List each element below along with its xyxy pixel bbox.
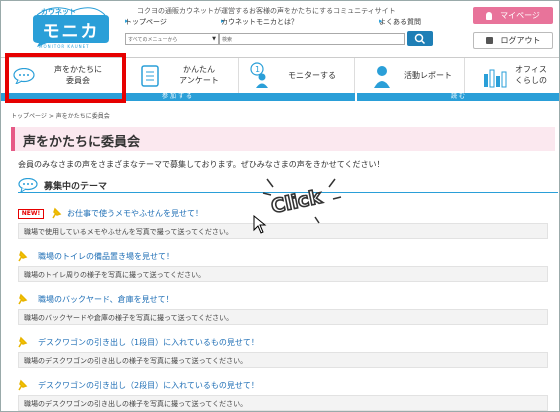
- theme-desc: 職場のバックヤードや倉庫の様子を写真に撮って送ってください。: [24, 314, 234, 322]
- theme-desc-box: 職場のデスクワゴンの引き出しの様子を写真に撮って送ってください。: [18, 395, 548, 411]
- theme-item: デスクワゴンの引き出し（1段目）に入れているもの見せて！ 職場のデスクワゴンの引…: [1, 336, 559, 376]
- top-link-faq-label: よくある質問: [379, 18, 421, 26]
- clipboard-icon: [141, 65, 159, 87]
- search-button[interactable]: [407, 31, 433, 46]
- theme-desc: 職場のデスクワゴンの引き出しの様子を写真に撮って送ってください。: [24, 400, 248, 408]
- theme-desc-box: 職場のトイレ周りの様子を写真に撮って送ってください。: [18, 266, 548, 282]
- nav-label-line1: モニターする: [288, 71, 336, 80]
- nav-label-line1: オフィス: [515, 65, 547, 74]
- site-logo[interactable]: カウネット モニカ MONITOR KAUNET: [23, 5, 119, 49]
- theme-link[interactable]: お仕事で使うメモやふせんを見せて！: [67, 208, 203, 219]
- mouse-pointer-icon: [253, 215, 267, 234]
- top-link-home-label: トップページ: [125, 18, 167, 26]
- mypage-label: マイページ: [500, 11, 540, 20]
- pushpin-icon: [18, 293, 28, 305]
- theme-desc-box: 職場のデスクワゴンの引き出しの様子を写真に撮って送ってください。: [18, 352, 548, 368]
- theme-item: 職場のトイレの備品置き場を見せて！ 職場のトイレ周りの様子を写真に撮って送ってく…: [1, 250, 559, 290]
- lock-icon: [485, 37, 493, 44]
- theme-link[interactable]: 職場のバックヤード、倉庫を見せて！: [38, 294, 174, 305]
- nav-item-monitor[interactable]: 1 モニターする: [239, 58, 355, 94]
- theme-item: 職場のバックヤード、倉庫を見せて！ 職場のバックヤードや倉庫の様子を写真に撮って…: [1, 293, 559, 333]
- search-icon: [414, 33, 426, 45]
- site-tagline: コクヨの通販カウネットが運営するお客様の声をかたちにするコミュニティサイト: [137, 7, 396, 15]
- logo-main-text: モニカ: [42, 22, 100, 42]
- nav-item-survey[interactable]: かんたん アンケート: [123, 58, 239, 94]
- theme-desc: 職場で使用しているメモやふせんを写真で撮って送ってください。: [24, 228, 233, 236]
- svg-text:1: 1: [255, 65, 260, 74]
- intro-text: 会員のみなさまの声をさまざまなテーマで募集しております。ぜひみなさまの声をきかせ…: [18, 160, 385, 169]
- chat-bubble-icon: [18, 178, 38, 192]
- logout-button[interactable]: ログアウト: [473, 32, 553, 49]
- breadcrumb-home[interactable]: トップページ: [11, 113, 47, 120]
- nav-label-line1: かんたん: [183, 65, 215, 74]
- nav-item-office-life[interactable]: オフィス くらしの: [465, 58, 559, 94]
- section-title: 募集中のテーマ: [44, 182, 108, 192]
- breadcrumb-current: 声をかたちに委員会: [55, 113, 110, 120]
- search-placeholder: 検索: [222, 37, 233, 43]
- nav-label-line1: 活動レポート: [404, 71, 452, 80]
- breadcrumb: トップページ > 声をかたちに委員会: [11, 111, 110, 120]
- page-frame: カウネット モニカ MONITOR KAUNET コクヨの通販カウネットが運営す…: [0, 0, 560, 412]
- person-icon: [486, 11, 493, 20]
- pushpin-icon: [52, 207, 62, 219]
- theme-desc: 職場のデスクワゴンの引き出しの様子を写真に撮って送ってください。: [24, 357, 248, 365]
- theme-desc: 職場のトイレ周りの様子を写真に撮って送ってください。: [24, 271, 206, 279]
- bar-chart-icon: [484, 69, 507, 88]
- highlight-box: [5, 53, 126, 103]
- page-title: 声をかたちに委員会: [23, 135, 141, 150]
- logo-sub-text: MONITOR KAUNET: [39, 44, 90, 49]
- chevron-down-icon: ▼: [212, 36, 216, 42]
- page-title-bar: 声をかたちに委員会: [11, 127, 555, 151]
- pushpin-icon: [18, 336, 28, 348]
- theme-link[interactable]: デスクワゴンの引き出し（1段目）に入れているもの見せて！: [38, 337, 259, 348]
- pushpin-icon: [18, 379, 28, 391]
- menu-scope-select[interactable]: すべてのメニューから ▼: [125, 33, 219, 45]
- nav-item-report[interactable]: 活動レポート: [355, 58, 465, 94]
- pushpin-icon: [18, 250, 28, 262]
- theme-link[interactable]: 職場のトイレの備品置き場を見せて！: [38, 251, 174, 262]
- menu-scope-value: すべてのメニューから: [128, 37, 178, 43]
- mypage-button[interactable]: マイページ: [473, 7, 553, 24]
- nav-strip-read: 読む: [357, 93, 559, 101]
- logo-top-text: カウネット: [41, 8, 76, 16]
- breadcrumb-separator: >: [48, 113, 56, 120]
- theme-desc-box: 職場のバックヤードや倉庫の様子を写真に撮って送ってください。: [18, 309, 548, 325]
- nav-label-line2: アンケート: [179, 76, 219, 85]
- person-icon: [374, 66, 390, 88]
- top-link-about-label: カウネットモニカとは？: [221, 18, 298, 26]
- logout-label: ログアウト: [500, 36, 541, 45]
- theme-item: デスクワゴンの引き出し（2段目）に入れているもの見せて！ 職場のデスクワゴンの引…: [1, 379, 559, 411]
- theme-link[interactable]: デスクワゴンの引き出し（2段目）に入れているもの見せて！: [38, 380, 259, 391]
- search-input[interactable]: 検索: [219, 33, 405, 45]
- person-1-icon: 1: [250, 62, 268, 88]
- nav-label-line2: くらしの: [515, 76, 547, 85]
